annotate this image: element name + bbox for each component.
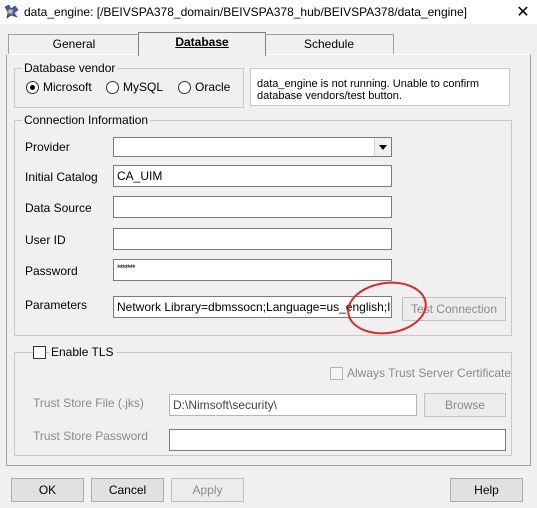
connection-information-title: Connection Information (22, 113, 151, 127)
app-icon (4, 4, 19, 19)
radio-oracle-label: Oracle (195, 80, 231, 94)
database-vendor-title: Database vendor (22, 61, 118, 75)
cancel-button-label: Cancel (108, 483, 147, 497)
provider-label: Provider (25, 140, 70, 154)
trust-store-password-label: Trust Store Password (33, 429, 148, 443)
password-label: Password (25, 264, 78, 278)
cancel-button[interactable]: Cancel (91, 478, 164, 502)
trust-store-file-label: Trust Store File (.jks) (33, 396, 144, 410)
data-source-label: Data Source (25, 201, 92, 215)
initial-catalog-label: Initial Catalog (25, 170, 98, 184)
tab-database[interactable]: Database (138, 32, 266, 56)
user-id-label: User ID (25, 233, 66, 247)
ok-button-label: OK (38, 483, 57, 497)
ok-button[interactable]: OK (11, 478, 84, 502)
password-input[interactable]: ******* (113, 259, 392, 281)
chevron-down-icon[interactable] (374, 138, 391, 156)
always-trust-checkbox[interactable] (330, 367, 343, 380)
data-source-input[interactable] (113, 196, 392, 218)
radio-microsoft-label: Microsoft (43, 80, 92, 94)
radio-microsoft[interactable] (26, 81, 39, 94)
apply-button-label: Apply (192, 483, 223, 497)
tab-general[interactable]: General (8, 34, 140, 54)
enable-tls-label: Enable TLS (49, 345, 116, 359)
vendor-status-message: data_engine is not running. Unable to co… (250, 68, 510, 106)
radio-mysql[interactable] (106, 81, 119, 94)
browse-button[interactable]: Browse (424, 393, 506, 417)
enable-tls-checkbox[interactable] (33, 346, 46, 359)
initial-catalog-input[interactable]: CA_UIM (113, 165, 392, 187)
apply-button[interactable]: Apply (171, 478, 244, 502)
parameters-input[interactable]: Network Library=dbmssocn;Language=us_eng… (113, 296, 392, 318)
trust-store-password-input[interactable] (169, 429, 506, 451)
always-trust-label: Always Trust Server Certificate (347, 366, 512, 380)
user-id-input[interactable] (113, 228, 392, 250)
tab-database-label: Database (175, 35, 229, 49)
tab-schedule[interactable]: Schedule (264, 34, 394, 54)
parameters-label: Parameters (25, 298, 88, 312)
provider-select[interactable] (113, 137, 392, 157)
radio-oracle[interactable] (178, 81, 191, 94)
test-connection-button[interactable]: Test Connection (402, 297, 506, 321)
tab-schedule-label: Schedule (303, 37, 355, 51)
window-title: data_engine: [/BEIVSPA378_domain/BEIVSPA… (24, 5, 467, 19)
help-button-label: Help (474, 483, 499, 497)
help-button[interactable]: Help (450, 478, 523, 502)
trust-store-file-input[interactable]: D:\Nimsoft\security\ (169, 394, 417, 416)
tab-general-label: General (52, 37, 96, 51)
close-icon[interactable]: ✕ (512, 2, 534, 22)
radio-mysql-label: MySQL (123, 80, 164, 94)
